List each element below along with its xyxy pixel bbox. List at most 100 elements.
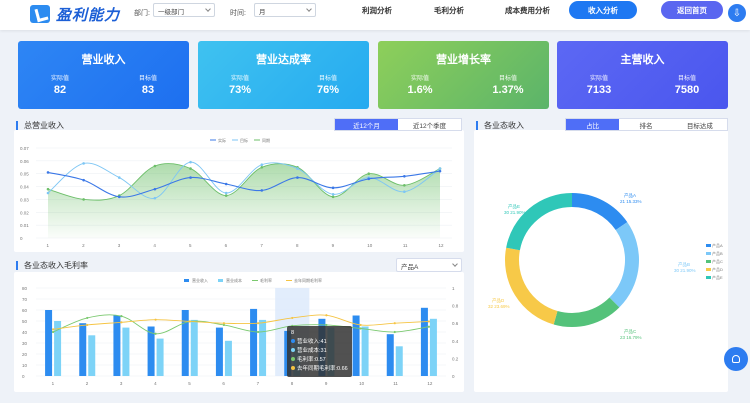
bar-revenue <box>181 310 189 376</box>
bell-icon[interactable] <box>724 347 748 371</box>
logo: 盈利能力 <box>30 3 130 25</box>
y-tick-label: 40 <box>22 330 28 335</box>
nav-cost-analysis[interactable]: 成本费用分析 <box>505 5 550 16</box>
data-point <box>393 322 396 325</box>
kpi-title: 营业收入 <box>81 54 126 66</box>
x-tick-label: 12 <box>427 381 433 386</box>
x-tick-label: 1 <box>52 381 55 386</box>
bar-revenue <box>79 323 87 376</box>
y-tick-label: 80 <box>22 286 28 291</box>
data-point <box>427 320 431 323</box>
donut-slice-产品A <box>571 193 628 231</box>
y-tick-label: 0.05 <box>20 172 29 177</box>
bar-cost <box>224 340 232 376</box>
legend-label: 营业成本 <box>226 277 242 283</box>
kpi-target: 目标值 83 <box>118 73 178 96</box>
data-point <box>260 163 264 167</box>
data-point <box>403 183 406 187</box>
x-tick-label: 2 <box>86 381 89 386</box>
data-point <box>46 191 50 195</box>
data-point <box>260 189 264 192</box>
slice-label-name: 产品E <box>508 203 520 210</box>
x-tick-label: 4 <box>154 381 157 386</box>
time-select-value: 月 <box>259 9 266 16</box>
kpi-target: 目标值 7580 <box>657 73 717 96</box>
donut-slice-产品B <box>609 222 639 308</box>
legend-label: 目标 <box>240 137 248 143</box>
y-tick-label: 0.04 <box>20 185 29 190</box>
dept-select-value: 一级部门 <box>158 9 184 16</box>
download-icon[interactable]: ⇩ <box>728 4 746 22</box>
kpi-target-label: 目标值 <box>677 76 696 82</box>
kpi-target-value: 83 <box>141 84 155 96</box>
kpi-actual-value: 73% <box>228 84 252 96</box>
data-point <box>51 330 55 334</box>
slice-label-name: 产品C <box>624 328 637 335</box>
bar-cost <box>156 338 164 376</box>
x-tick-label: 7 <box>257 381 260 386</box>
data-point <box>224 194 228 197</box>
data-point <box>296 167 299 170</box>
data-point <box>331 195 335 199</box>
kpi-target: 目标值 76% <box>298 73 358 96</box>
margin-combo-chart: 8070605040302010010.80.60.40.201 2 3 4 5 6 7 8 9… <box>22 277 459 386</box>
kpi-target-label: 目标值 <box>138 76 157 82</box>
bar-cost <box>361 326 369 376</box>
data-point <box>438 167 442 170</box>
kpi-actual-label: 实际值 <box>50 76 69 82</box>
bar-revenue <box>147 326 155 376</box>
tooltip-title: 8 <box>291 330 295 336</box>
kpi-card: 营业达成率 实际值 73% 目标值 76% <box>198 41 369 109</box>
nav-revenue-analysis-button[interactable]: 收入分析 <box>569 1 637 19</box>
data-point <box>224 191 228 195</box>
data-point <box>82 198 85 201</box>
series-area-同期 <box>48 163 440 238</box>
x-tick-label: 5 <box>189 243 192 248</box>
data-point <box>120 315 123 318</box>
data-point <box>46 171 50 174</box>
x-tick-label: 4 <box>153 243 156 248</box>
kpi-target: 目标值 1.37% <box>478 73 538 96</box>
data-point <box>260 165 264 169</box>
tab-share[interactable]: 占比 <box>566 119 620 130</box>
slice-label-name: 产品B <box>678 261 690 268</box>
x-tick-label: 8 <box>291 381 294 386</box>
chevron-down-icon <box>306 6 312 12</box>
tab-ranking[interactable]: 排名 <box>619 119 672 130</box>
back-home-button[interactable]: 返回首页 <box>661 1 723 19</box>
tab-12-quarters[interactable]: 近12个季度 <box>398 119 461 130</box>
data-point <box>189 176 192 179</box>
dept-select[interactable]: 一级部门 <box>153 3 215 17</box>
kpi-actual: 实际值 7133 <box>569 73 629 96</box>
data-point <box>427 325 431 328</box>
legend-swatch <box>218 279 223 282</box>
tab-12-months[interactable]: 近12个月 <box>335 119 398 130</box>
tab-target-achievement[interactable]: 目标达成 <box>673 119 727 130</box>
slice-label-value: 30 21.90% <box>674 268 696 273</box>
bar-revenue <box>420 307 428 376</box>
x-tick-label: 12 <box>439 243 445 248</box>
kpi-actual-label: 实际值 <box>589 76 608 82</box>
legend-label: 实际 <box>218 137 226 143</box>
time-select[interactable]: 月 <box>254 3 316 17</box>
kpi-actual-label: 实际值 <box>230 76 249 82</box>
logo-text: 盈利能力 <box>56 6 121 24</box>
kpi-card: 营业增长率 实际值 1.6% 目标值 1.37% <box>378 41 549 109</box>
y-tick-label: 0.07 <box>20 146 29 151</box>
business-revenue-title: 各业态收入 <box>476 121 524 130</box>
nav-profit-analysis[interactable]: 利润分析 <box>362 5 392 16</box>
top-bar: 盈利能力 部门: 一级部门 时间: 月 利润分析 毛利分析 成本费用分析 收入分… <box>0 0 750 30</box>
product-select[interactable]: 产品A <box>396 258 462 272</box>
nav-gross-margin-analysis[interactable]: 毛利分析 <box>434 5 464 16</box>
x-tick-label: 11 <box>393 381 398 386</box>
x-tick-label: 8 <box>296 243 299 248</box>
data-point <box>393 330 396 334</box>
tooltip-row-margin: 毛利率:0.57 <box>291 356 348 365</box>
data-point <box>82 178 85 182</box>
legend-swatch <box>706 252 711 255</box>
data-point <box>438 169 442 173</box>
data-point <box>256 322 260 325</box>
legend-label: 产品A <box>712 242 723 248</box>
bar-revenue <box>215 327 223 376</box>
data-point <box>189 160 192 164</box>
